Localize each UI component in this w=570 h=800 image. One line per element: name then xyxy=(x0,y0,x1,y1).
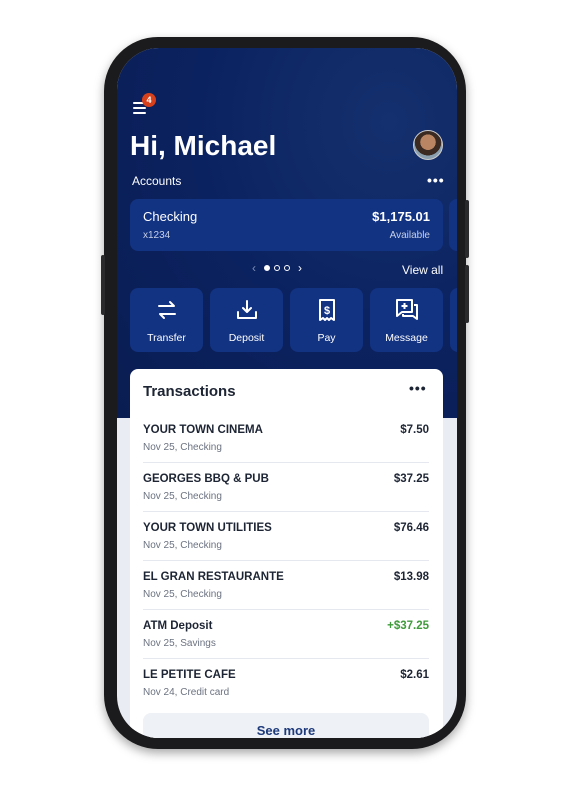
action-label: Pay xyxy=(317,332,336,344)
action-label: Transfer xyxy=(147,332,186,344)
transactions-title: Transactions xyxy=(143,383,236,400)
receipt-dollar-icon: $ xyxy=(318,299,335,321)
more-actions-button[interactable] xyxy=(450,288,457,352)
transaction-row[interactable]: LE PETITE CAFE Nov 24, Credit card $2.61 xyxy=(143,659,429,708)
transaction-amount: $7.50 xyxy=(400,424,429,436)
account-balance: $1,175.01 xyxy=(372,209,430,224)
account-pager: ‹ › xyxy=(252,261,302,275)
transfer-button[interactable]: Transfer xyxy=(130,288,203,352)
transaction-name: YOUR TOWN CINEMA xyxy=(143,424,263,436)
transaction-row[interactable]: YOUR TOWN CINEMA Nov 25, Checking $7.50 xyxy=(143,414,429,463)
svg-text:$: $ xyxy=(323,305,329,317)
account-number: x1234 xyxy=(143,230,171,241)
transaction-amount: $13.98 xyxy=(393,571,429,583)
deposit-icon xyxy=(236,300,257,319)
transaction-name: LE PETITE CAFE xyxy=(143,669,236,681)
account-name: Checking xyxy=(143,209,198,224)
transaction-amount: +$37.25 xyxy=(387,620,429,632)
volume-button xyxy=(101,255,105,315)
transaction-row[interactable]: YOUR TOWN UTILITIES Nov 25, Checking $76.4… xyxy=(143,512,429,561)
transaction-name: EL GRAN RESTAURANTE xyxy=(143,571,284,583)
message-button[interactable]: Message xyxy=(370,288,443,352)
transaction-name: YOUR TOWN UTILITIES xyxy=(143,522,272,534)
see-more-button[interactable]: See more xyxy=(143,713,429,738)
pager-dot[interactable] xyxy=(284,265,290,271)
view-all-link[interactable]: View all xyxy=(402,263,443,277)
transaction-amount: $2.61 xyxy=(400,669,429,681)
transaction-detail: Nov 25, Savings xyxy=(143,638,216,649)
chevron-left-icon[interactable]: ‹ xyxy=(252,261,256,275)
transaction-row[interactable]: GEORGES BBQ & PUB Nov 25, Checking $37.25 xyxy=(143,463,429,512)
side-button xyxy=(465,200,469,258)
balance-label: Available xyxy=(389,230,430,241)
pager-dot[interactable] xyxy=(274,265,280,271)
transaction-amount: $37.25 xyxy=(393,473,429,485)
transaction-detail: Nov 25, Checking xyxy=(143,589,222,600)
pay-button[interactable]: $ Pay xyxy=(290,288,363,352)
account-card-next[interactable] xyxy=(449,199,457,251)
transaction-row[interactable]: ATM Deposit Nov 25, Savings +$37.25 xyxy=(143,610,429,659)
transfer-icon xyxy=(157,301,176,319)
transaction-detail: Nov 25, Checking xyxy=(143,491,222,502)
avatar[interactable] xyxy=(413,130,443,160)
side-button-2 xyxy=(465,265,469,323)
action-label: Deposit xyxy=(228,332,265,344)
transaction-detail: Nov 25, Checking xyxy=(143,540,222,551)
account-card-checking[interactable]: Checking x1234 $1,175.01 Available xyxy=(130,199,443,251)
app-screen: 4 Hi, Michael Accounts ••• Checking x123… xyxy=(117,48,457,738)
deposit-button[interactable]: Deposit xyxy=(210,288,283,352)
transaction-name: GEORGES BBQ & PUB xyxy=(143,473,269,485)
transaction-name: ATM Deposit xyxy=(143,620,213,632)
accounts-label: Accounts xyxy=(132,174,182,188)
transactions-more-icon[interactable]: ••• xyxy=(409,380,427,396)
accounts-more-icon[interactable]: ••• xyxy=(427,172,445,188)
chevron-right-icon[interactable]: › xyxy=(298,261,302,275)
transaction-detail: Nov 25, Checking xyxy=(143,442,222,453)
action-label: Message xyxy=(385,332,428,344)
message-plus-icon xyxy=(395,299,418,320)
notification-badge: 4 xyxy=(142,93,156,107)
pager-dot-active[interactable] xyxy=(264,265,270,271)
transaction-amount: $76.46 xyxy=(393,522,429,534)
transactions-card: Transactions ••• YOUR TOWN CINEMA Nov 25,… xyxy=(130,369,443,738)
page-title: Hi, Michael xyxy=(130,130,277,161)
transaction-detail: Nov 24, Credit card xyxy=(143,687,230,698)
transaction-row[interactable]: EL GRAN RESTAURANTE Nov 25, Checking $13.9… xyxy=(143,561,429,610)
